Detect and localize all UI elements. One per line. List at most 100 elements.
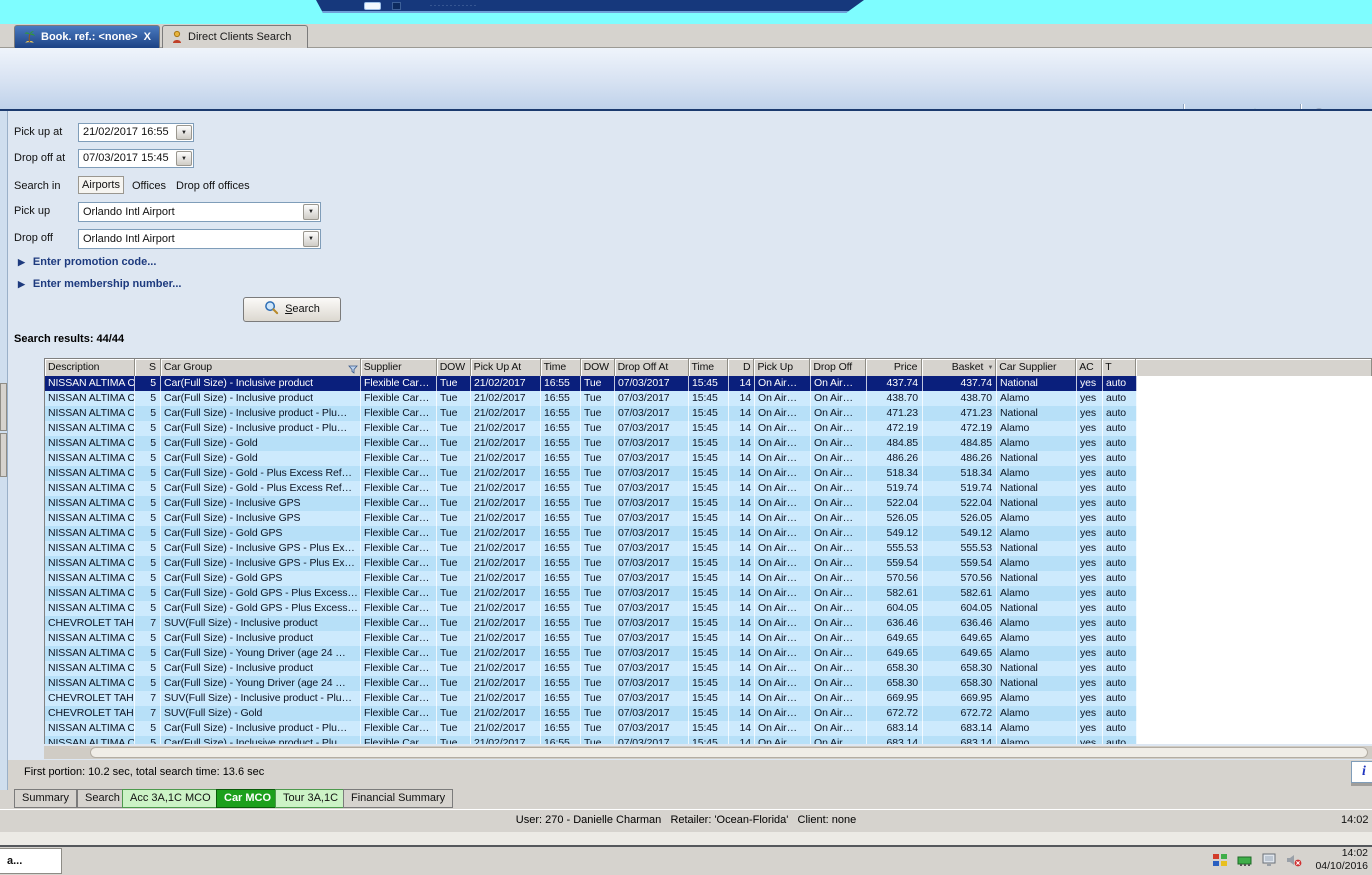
cell-putime: 16:55 — [541, 571, 581, 586]
tab-direct-clients-search[interactable]: Direct Clients Search — [162, 25, 308, 48]
tab-close-icon[interactable]: X — [144, 31, 151, 43]
cell-putime: 16:55 — [541, 496, 581, 511]
table-row[interactable]: NISSAN ALTIMA OR …5Car(Full Size) - Incl… — [45, 556, 1372, 571]
dropdown-arrow-icon[interactable]: ▼ — [303, 231, 319, 247]
dropdown-arrow-icon[interactable]: ▼ — [176, 125, 192, 140]
column-header-dotime[interactable]: Time — [688, 359, 729, 376]
cell-putime: 16:55 — [541, 466, 581, 481]
pick-up-combobox[interactable]: Orlando Intl Airport ▼ — [78, 202, 321, 222]
table-row[interactable]: NISSAN ALTIMA OR …5Car(Full Size) - Incl… — [45, 376, 1372, 391]
pick-up-at-combobox[interactable]: 21/02/2017 16:55 ▼ — [78, 123, 194, 142]
table-row[interactable]: NISSAN ALTIMA OR …5Car(Full Size) - Incl… — [45, 391, 1372, 406]
drop-off-at-combobox[interactable]: 07/03/2017 15:45 ▼ — [78, 149, 194, 168]
search-in-option-drop-off-offices[interactable]: Drop off offices — [176, 180, 250, 192]
table-row[interactable]: NISSAN ALTIMA OR …5Car(Full Size) - Incl… — [45, 661, 1372, 676]
cell-carsup: National — [997, 376, 1077, 391]
cell-basket: 486.26 — [923, 451, 997, 466]
column-header-group[interactable]: Car Group — [160, 359, 361, 376]
table-row[interactable]: NISSAN ALTIMA OR …5Car(Full Size) - Incl… — [45, 511, 1372, 526]
column-header-dodate[interactable]: Drop Off At — [614, 359, 689, 376]
table-row[interactable]: NISSAN ALTIMA OR …5Car(Full Size) - Gold… — [45, 601, 1372, 616]
table-row[interactable]: CHEVROLET TAHOE …7SUV(Full Size) - GoldF… — [45, 706, 1372, 721]
horizontal-scrollbar-thumb[interactable] — [90, 747, 1368, 758]
clipped-table-row[interactable]: NISSAN ALTIMA OR …5Car(Full Size) - Incl… — [45, 736, 1372, 744]
cell-dow1: Tue — [437, 436, 471, 451]
search-button[interactable]: Search — [243, 297, 341, 322]
drop-off-at-label: Drop off at — [14, 152, 66, 164]
cell-desc: NISSAN ALTIMA OR … — [45, 526, 135, 541]
taskbar-app-button[interactable]: a... — [0, 848, 62, 874]
column-header-dow1[interactable]: DOW — [436, 359, 471, 376]
cell-dodate: 07/03/2017 — [615, 436, 689, 451]
cell-s: 5 — [135, 466, 161, 481]
info-button[interactable]: i — [1351, 761, 1372, 783]
dropdown-arrow-icon[interactable]: ▼ — [176, 151, 192, 166]
cell-s: 5 — [135, 631, 161, 646]
bottom-tab-car-mco[interactable]: Car MCO — [216, 789, 280, 808]
cell-group: Car(Full Size) - Inclusive product - Plu… — [161, 406, 361, 421]
tray-app-icon[interactable] — [1212, 852, 1228, 868]
cell-s: 5 — [135, 556, 161, 571]
column-header-ac[interactable]: AC — [1076, 359, 1103, 376]
column-header-d[interactable]: D — [728, 359, 755, 376]
table-row[interactable]: NISSAN ALTIMA OR …5Car(Full Size) - Youn… — [45, 646, 1372, 661]
search-in-option-airports[interactable]: Airports — [78, 176, 124, 194]
cell-pickup: On Air… — [755, 496, 811, 511]
table-row[interactable]: NISSAN ALTIMA OR …5Car(Full Size) - Incl… — [45, 496, 1372, 511]
table-row[interactable]: NISSAN ALTIMA OR …5Car(Full Size) - Incl… — [45, 631, 1372, 646]
table-row[interactable]: NISSAN ALTIMA OR …5Car(Full Size) - Gold… — [45, 571, 1372, 586]
column-header-carsup[interactable]: Car Supplier — [996, 359, 1077, 376]
table-row[interactable]: NISSAN ALTIMA OR …5Car(Full Size) - Gold… — [45, 586, 1372, 601]
column-header-dow2[interactable]: DOW — [580, 359, 615, 376]
bottom-tab-tour[interactable]: Tour 3A,1C — [275, 789, 347, 808]
tray-network-card-icon[interactable] — [1237, 852, 1253, 868]
table-row[interactable]: NISSAN ALTIMA OR …5Car(Full Size) - Incl… — [45, 736, 1372, 744]
column-header-supplier[interactable]: Supplier — [360, 359, 437, 376]
table-row[interactable]: NISSAN ALTIMA OR …5Car(Full Size) - Incl… — [45, 406, 1372, 421]
tray-volume-muted-icon[interactable] — [1286, 852, 1302, 868]
cell-desc: CHEVROLET TAHOE … — [45, 616, 135, 631]
column-header-t[interactable]: T — [1102, 359, 1137, 376]
tray-display-icon[interactable] — [1261, 852, 1277, 868]
tab-label: Direct Clients Search — [188, 31, 292, 43]
cell-supplier: Flexible Car… — [361, 556, 437, 571]
column-header-desc[interactable]: Description — [45, 359, 135, 376]
column-header-basket[interactable]: Basket ▼ — [922, 359, 997, 376]
column-header-pickup[interactable]: Pick Up — [754, 359, 811, 376]
table-row[interactable]: NISSAN ALTIMA OR …5Car(Full Size) - Incl… — [45, 421, 1372, 436]
cell-carsup: Alamo — [997, 736, 1077, 744]
dropdown-arrow-icon[interactable]: ▼ — [303, 204, 319, 220]
cell-dow1: Tue — [437, 706, 471, 721]
tab-booking-ref[interactable]: Book. ref.: <none> X — [14, 25, 160, 48]
column-header-dropoff[interactable]: Drop Off — [810, 359, 867, 376]
drop-off-combobox[interactable]: Orlando Intl Airport ▼ — [78, 229, 321, 249]
table-row[interactable]: NISSAN ALTIMA OR …5Car(Full Size) - Youn… — [45, 676, 1372, 691]
membership-number-expander[interactable]: ▶ Enter membership number... — [18, 278, 181, 290]
cell-group: SUV(Full Size) - Inclusive product - Plu… — [161, 691, 361, 706]
table-row[interactable]: NISSAN ALTIMA OR …5Car(Full Size) - Gold… — [45, 481, 1372, 496]
table-row[interactable]: NISSAN ALTIMA OR …5Car(Full Size) - Gold… — [45, 436, 1372, 451]
cell-group: Car(Full Size) - Gold — [161, 451, 361, 466]
cell-group: Car(Full Size) - Gold — [161, 436, 361, 451]
bottom-tab-acc-mco[interactable]: Acc 3A,1C MCO — [122, 789, 219, 808]
bottom-tab-summary[interactable]: Summary — [14, 789, 78, 808]
bottom-tab-financial-summary[interactable]: Financial Summary — [343, 789, 454, 808]
table-row[interactable]: NISSAN ALTIMA OR …5Car(Full Size) - Incl… — [45, 721, 1372, 736]
column-header-price[interactable]: Price — [866, 359, 923, 376]
column-header-pudate[interactable]: Pick Up At — [470, 359, 541, 376]
filter-funnel-icon[interactable] — [347, 363, 358, 376]
column-header-s[interactable]: S — [134, 359, 161, 376]
table-row[interactable]: CHEVROLET TAHOE …7SUV(Full Size) - Inclu… — [45, 691, 1372, 706]
cell-dotime: 15:45 — [689, 496, 729, 511]
search-in-option-offices[interactable]: Offices — [132, 180, 166, 192]
table-row[interactable]: NISSAN ALTIMA OR …5Car(Full Size) - Gold… — [45, 526, 1372, 541]
bottom-tab-search[interactable]: Search — [77, 789, 128, 808]
column-header-putime[interactable]: Time — [540, 359, 581, 376]
cell-pudate: 21/02/2017 — [471, 691, 541, 706]
table-row[interactable]: NISSAN ALTIMA OR …5Car(Full Size) - Gold… — [45, 451, 1372, 466]
table-row[interactable]: NISSAN ALTIMA OR …5Car(Full Size) - Gold… — [45, 466, 1372, 481]
table-row[interactable]: CHEVROLET TAHOE …7SUV(Full Size) - Inclu… — [45, 616, 1372, 631]
table-row[interactable]: NISSAN ALTIMA OR …5Car(Full Size) - Incl… — [45, 541, 1372, 556]
background-window-icon — [392, 2, 401, 10]
promotion-code-expander[interactable]: ▶ Enter promotion code... — [18, 256, 156, 268]
